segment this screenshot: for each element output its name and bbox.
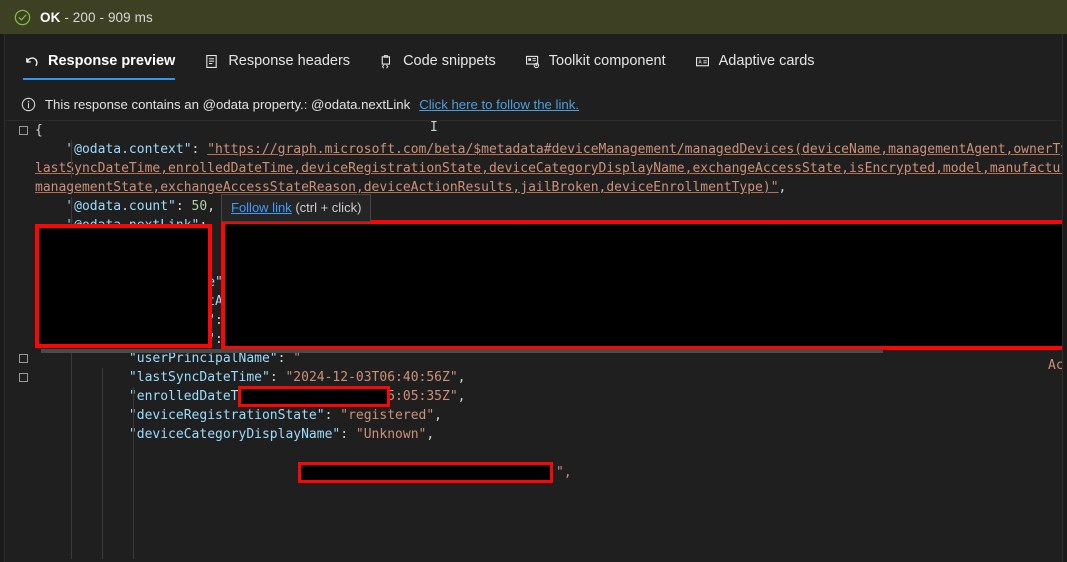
code-token: "@odata.context" [66, 142, 192, 157]
code-token: , [457, 370, 466, 385]
code-line: { [35, 121, 1062, 140]
tab-adaptive-cards[interactable]: A Adaptive cards [694, 34, 815, 88]
code-token: : [340, 427, 356, 442]
info-message: This response contains an @odata propert… [45, 96, 411, 112]
follow-link-tooltip: Follow link (ctrl + click) [221, 194, 372, 222]
undo-arrow-icon [26, 56, 38, 66]
code-line: "deviceRegistrationState": "registered", [35, 406, 1062, 425]
code-token: lastSyncDateTime,enrolledDateTime,device… [35, 161, 1062, 176]
tab-label: Toolkit component [548, 53, 666, 69]
code-token: , [426, 427, 435, 442]
code-line: "deviceCategoryDisplayName": "Unknown", [35, 425, 1062, 444]
code-token: "@odata.count" [66, 199, 176, 214]
tab-toolkit-component[interactable]: Toolkit component [524, 34, 666, 88]
tab-label: Code snippets [403, 53, 496, 69]
tooltip-hint: (ctrl + click) [295, 200, 362, 215]
editor-gutter [5, 121, 35, 562]
code-token: "userPrincipalName" [128, 351, 278, 366]
tab-response-preview[interactable]: Response preview [23, 34, 176, 88]
code-line: "enrolledDateTime": "2023-11-16T15:05:35… [35, 387, 1062, 406]
code-token: : [277, 351, 294, 366]
tab-response-headers[interactable]: Response headers [203, 34, 350, 88]
tab-label: Response preview [48, 53, 176, 69]
redaction-user-principal-name [298, 462, 553, 483]
toolkit-gear-icon [525, 55, 539, 68]
tab-label: Response headers [228, 53, 351, 69]
upn-trailing-punctuation: ", [556, 465, 572, 480]
odata-info-bar: This response contains an @odata propert… [5, 88, 1062, 121]
check-circle-icon [14, 9, 31, 25]
code-token: "deviceCategoryDisplayName" [128, 427, 341, 442]
code-token: : [175, 199, 192, 214]
indent-guide [71, 349, 72, 559]
response-tab-strip: Response preview Response headers Code s… [5, 34, 1062, 88]
code-token: 50 [191, 199, 208, 214]
fold-toggle-value-object[interactable] [19, 373, 28, 382]
code-token: "deviceRegistrationState" [128, 408, 325, 423]
code-token: : [324, 408, 341, 423]
status-label: OK [40, 9, 61, 25]
json-response-editor[interactable]: { "@odata.context": "https://graph.micro… [5, 121, 1062, 562]
fold-toggle-value-array[interactable] [19, 354, 28, 363]
code-line: "@odata.count": 50, [35, 197, 1062, 216]
tab-code-snippets[interactable]: Code snippets [378, 34, 496, 88]
clipped-fragment: Ac [1048, 358, 1062, 373]
code-line: "@odata.context": "https://graph.microso… [35, 140, 1062, 159]
code-token: "https://graph.microsoft.com/beta/$metad… [207, 142, 1062, 157]
code-token: "lastSyncDateTime" [128, 370, 270, 385]
code-token: "2024-12-03T06:40:56Z" [285, 370, 458, 385]
status-duration: 909 ms [107, 9, 153, 25]
code-line: lastSyncDateTime,enrolledDateTime,device… [35, 159, 1062, 178]
response-status-bar: OK - 200 - 909 ms [0, 0, 1067, 34]
follow-link-anchor[interactable]: Click here to follow the link. [419, 97, 579, 112]
tooltip-follow-link[interactable]: Follow link [231, 200, 292, 215]
status-separator-1: - [64, 9, 69, 25]
redaction-nextlink-left [35, 224, 212, 348]
indent-guide [102, 368, 103, 559]
code-token: , [207, 199, 216, 214]
code-clipboard-icon [381, 54, 391, 68]
code-token: : [191, 142, 208, 157]
code-token: "Unknown" [355, 427, 427, 442]
code-token: " [293, 351, 302, 366]
status-separator-2: - [99, 9, 105, 25]
code-token: { [35, 123, 43, 138]
code-token: "registered" [340, 408, 435, 423]
code-token: : [269, 370, 286, 385]
editor-horizontal-scrollbar[interactable] [41, 349, 883, 353]
status-code: 200 [72, 9, 96, 25]
code-token: , [457, 389, 466, 404]
code-token: managementState,exchangeAccessStateReaso… [35, 180, 779, 195]
code-token: , [778, 180, 787, 195]
code-line: managementState,exchangeAccessStateReaso… [35, 178, 1062, 197]
status-message: OK - 200 - 909 ms [40, 10, 153, 25]
tab-label: Adaptive cards [718, 53, 815, 69]
response-panel: Response preview Response headers Code s… [4, 34, 1063, 562]
redaction-device-name [238, 386, 390, 407]
document-lines-icon [206, 54, 218, 68]
code-token: , [434, 408, 442, 423]
fold-toggle-root[interactable] [19, 126, 28, 135]
code-line: "lastSyncDateTime": "2024-12-03T06:40:56… [35, 368, 1062, 387]
svg-text:A: A [698, 59, 702, 65]
text-cursor-artifact: I [430, 121, 438, 135]
redaction-nextlink-right [221, 220, 1062, 350]
info-circle-icon [21, 97, 36, 111]
card-id-icon: A [695, 56, 709, 66]
indent-guide [71, 140, 72, 178]
indent-guide [133, 387, 134, 559]
